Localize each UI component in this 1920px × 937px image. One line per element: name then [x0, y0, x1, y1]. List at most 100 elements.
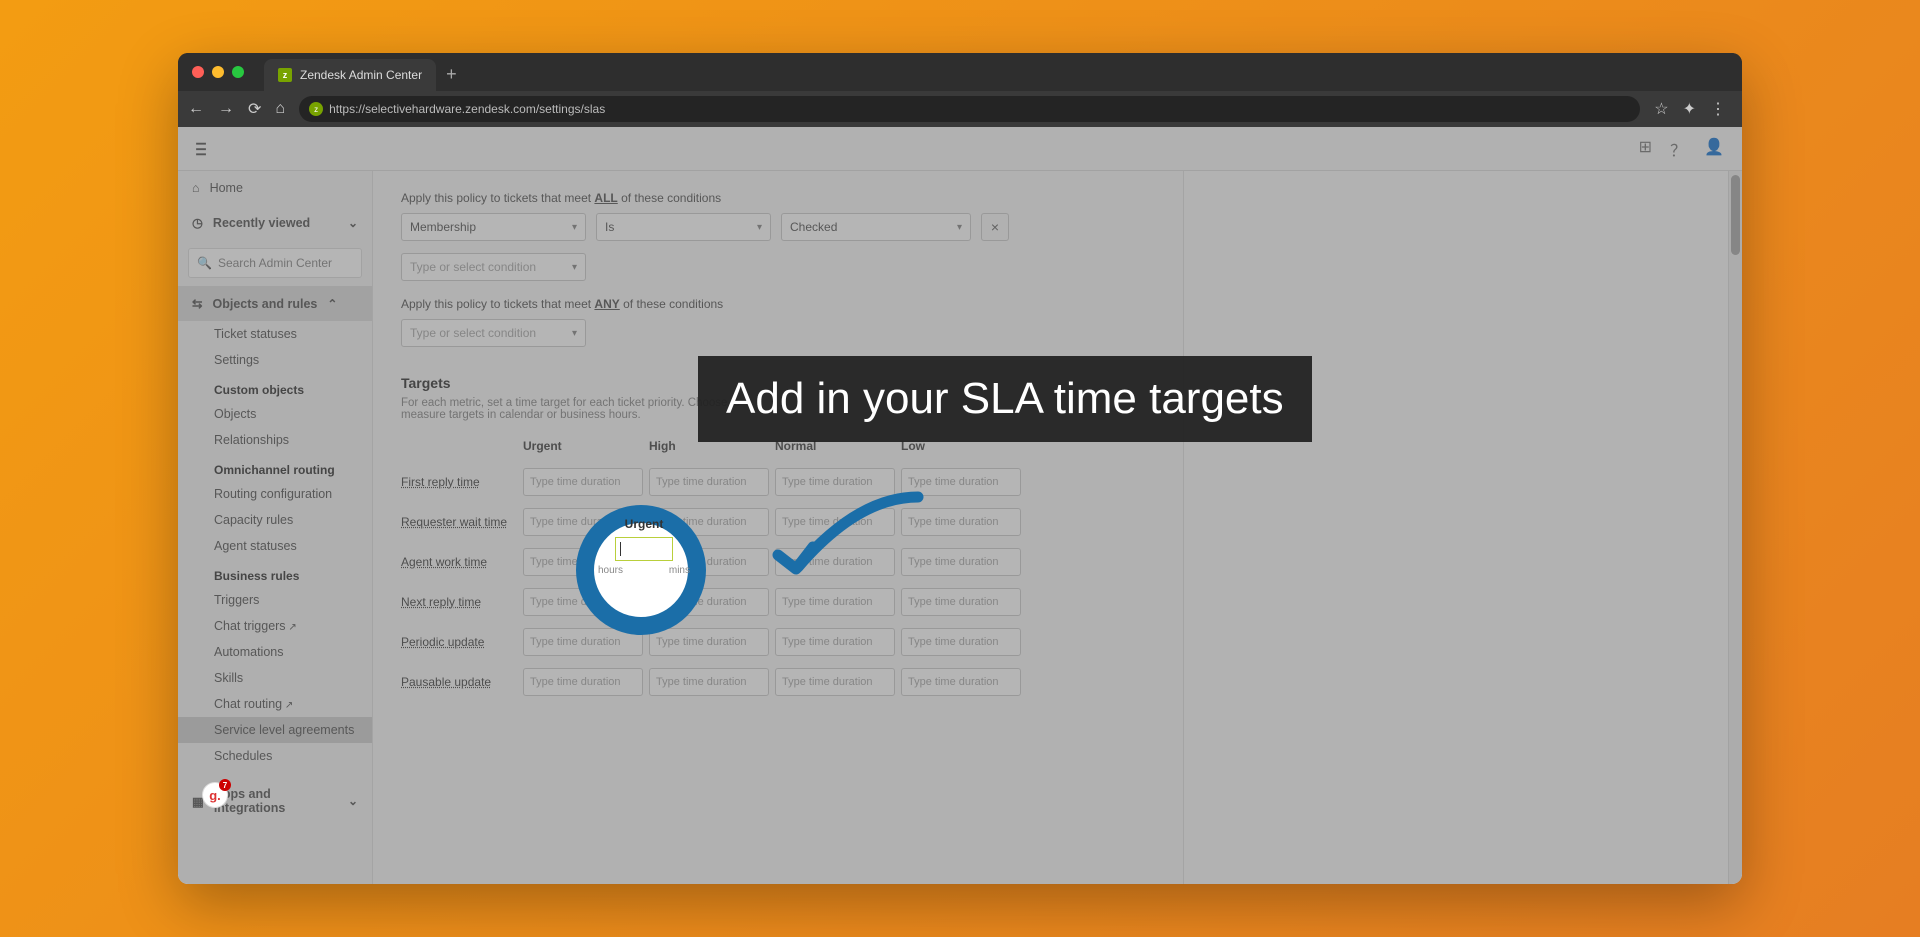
caret-icon: ▾ [572, 262, 577, 273]
clock-icon: ◷ [192, 215, 203, 230]
forward-icon[interactable]: → [218, 100, 234, 118]
url-text: https://selectivehardware.zendesk.com/se… [329, 102, 605, 116]
target-input[interactable]: Type time duration [649, 628, 769, 656]
sidebar-item-settings[interactable]: Settings [178, 347, 372, 373]
browser-window: z Zendesk Admin Center + ← → ⟳ ⌂ z https… [178, 53, 1742, 884]
target-input[interactable]: Type time duration [901, 468, 1021, 496]
target-input[interactable]: Type time duration [775, 588, 895, 616]
sidebar-group-custom-objects: Custom objects [178, 373, 372, 401]
sidebar-item-capacity[interactable]: Capacity rules [178, 507, 372, 533]
sidebar-search[interactable]: 🔍 Search Admin Center [188, 248, 362, 278]
close-window-icon[interactable] [192, 66, 204, 78]
target-input[interactable]: Type time duration [901, 508, 1021, 536]
main-content: Apply this policy to tickets that meet A… [373, 171, 1183, 884]
sidebar-item-automations[interactable]: Automations [178, 639, 372, 665]
new-tab-button[interactable]: + [446, 64, 457, 85]
add-condition-select[interactable]: Type or select condition▾ [401, 253, 586, 281]
reload-icon[interactable]: ⟳ [248, 99, 261, 119]
right-panel [1183, 171, 1728, 884]
help-icon[interactable]: ？ [1670, 137, 1686, 161]
sidebar-item-chat-routing[interactable]: Chat routing [178, 691, 372, 717]
priority-urgent-header: Urgent [523, 439, 643, 457]
target-input[interactable]: Type time duration [649, 468, 769, 496]
sidebar-item-objects[interactable]: Objects [178, 401, 372, 427]
target-input[interactable]: Type time duration [901, 548, 1021, 576]
target-input[interactable]: Type time duration [523, 668, 643, 696]
target-input[interactable]: Type time duration [775, 508, 895, 536]
add-any-condition-select[interactable]: Type or select condition▾ [401, 319, 586, 347]
url-input[interactable]: z https://selectivehardware.zendesk.com/… [299, 96, 1640, 122]
extensions-icon[interactable]: ✦ [1683, 99, 1696, 119]
target-input[interactable]: Type time duration [523, 628, 643, 656]
target-input[interactable]: Type time duration [775, 668, 895, 696]
spotlight-mins-label: mins [669, 565, 690, 576]
sidebar-home[interactable]: ⌂ Home [178, 171, 372, 205]
grammarly-badge-icon[interactable]: g. [202, 782, 228, 808]
condition-operator-select[interactable]: Is▾ [596, 213, 771, 241]
chevron-up-icon: ⌃ [327, 297, 337, 311]
target-input[interactable]: Type time duration [775, 548, 895, 576]
sidebar-item-schedules[interactable]: Schedules [178, 743, 372, 769]
chevron-down-icon: ⌄ [348, 216, 358, 230]
spotlight-hours-label: hours [598, 565, 623, 576]
menu-icon[interactable]: ⋮ [1710, 99, 1726, 119]
back-icon[interactable]: ← [188, 100, 204, 118]
traffic-lights [192, 66, 244, 78]
target-input[interactable]: Type time duration [901, 588, 1021, 616]
sidebar-group-omni: Omnichannel routing [178, 453, 372, 481]
sidebar-item-sla[interactable]: Service level agreements [178, 717, 372, 743]
sidebar-group-business: Business rules [178, 559, 372, 587]
sidebar-item-ticket-statuses[interactable]: Ticket statuses [178, 321, 372, 347]
targets-grid: Urgent High Normal Low First reply time … [401, 439, 1155, 697]
site-lock-icon: z [309, 102, 323, 116]
sidebar: ⌂ Home ◷Recently viewed ⌄ 🔍 Search Admin… [178, 171, 373, 884]
sidebar-recent[interactable]: ◷Recently viewed ⌄ [178, 205, 372, 240]
caret-icon: ▾ [757, 222, 762, 233]
chevron-down-icon: ⌄ [348, 794, 358, 808]
profile-icon[interactable]: 👤 [1704, 137, 1724, 161]
sidebar-item-skills[interactable]: Skills [178, 665, 372, 691]
sidebar-objects-rules[interactable]: ⇆Objects and rules ⌃ [178, 286, 372, 321]
scrollbar[interactable] [1728, 171, 1742, 884]
spotlight-priority-label: Urgent [590, 517, 698, 531]
zendesk-logo-icon: Ⲷ [196, 138, 204, 160]
condition-value-select[interactable]: Checked▾ [781, 213, 971, 241]
target-input[interactable]: Type time duration [775, 468, 895, 496]
scrollbar-thumb[interactable] [1731, 175, 1740, 255]
apps-grid-icon[interactable]: ⊞ [1639, 137, 1652, 161]
metric-next-reply: Next reply time [401, 587, 517, 617]
target-input[interactable]: Type time duration [523, 468, 643, 496]
target-input[interactable]: Type time duration [523, 588, 643, 616]
browser-tab[interactable]: z Zendesk Admin Center [264, 59, 436, 91]
metric-requester-wait: Requester wait time [401, 507, 517, 537]
remove-condition-button[interactable]: × [981, 213, 1009, 241]
target-input[interactable]: Type time duration [901, 628, 1021, 656]
search-icon: 🔍 [197, 256, 212, 270]
spotlight-input[interactable] [615, 537, 673, 561]
sidebar-item-chat-triggers[interactable]: Chat triggers [178, 613, 372, 639]
target-input[interactable]: Type time duration [901, 668, 1021, 696]
zendesk-favicon-icon: z [278, 68, 292, 82]
caret-icon: ▾ [572, 222, 577, 233]
sidebar-apps-label: Apps and integrations [214, 787, 338, 815]
app-root: Ⲷ ⊞ ？ 👤 ⌂ Home ◷Recently viewed ⌄ 🔍 Se [178, 127, 1742, 884]
titlebar: z Zendesk Admin Center + [178, 53, 1742, 91]
minimize-window-icon[interactable] [212, 66, 224, 78]
maximize-window-icon[interactable] [232, 66, 244, 78]
condition-field-select[interactable]: Membership▾ [401, 213, 586, 241]
app-header: Ⲷ ⊞ ？ 👤 [178, 127, 1742, 171]
caret-icon: ▾ [957, 222, 962, 233]
metric-pausable: Pausable update [401, 667, 517, 697]
target-input[interactable]: Type time duration [649, 668, 769, 696]
sidebar-item-triggers[interactable]: Triggers [178, 587, 372, 613]
home-icon[interactable]: ⌂ [275, 100, 285, 118]
caret-icon: ▾ [572, 328, 577, 339]
sidebar-item-agent-statuses[interactable]: Agent statuses [178, 533, 372, 559]
sidebar-item-routing[interactable]: Routing configuration [178, 481, 372, 507]
sidebar-home-label: Home [210, 181, 243, 195]
target-input[interactable]: Type time duration [649, 588, 769, 616]
sidebar-item-relationships[interactable]: Relationships [178, 427, 372, 453]
any-conditions-label: Apply this policy to tickets that meet A… [401, 297, 1155, 311]
bookmark-icon[interactable]: ☆ [1654, 99, 1668, 119]
target-input[interactable]: Type time duration [775, 628, 895, 656]
